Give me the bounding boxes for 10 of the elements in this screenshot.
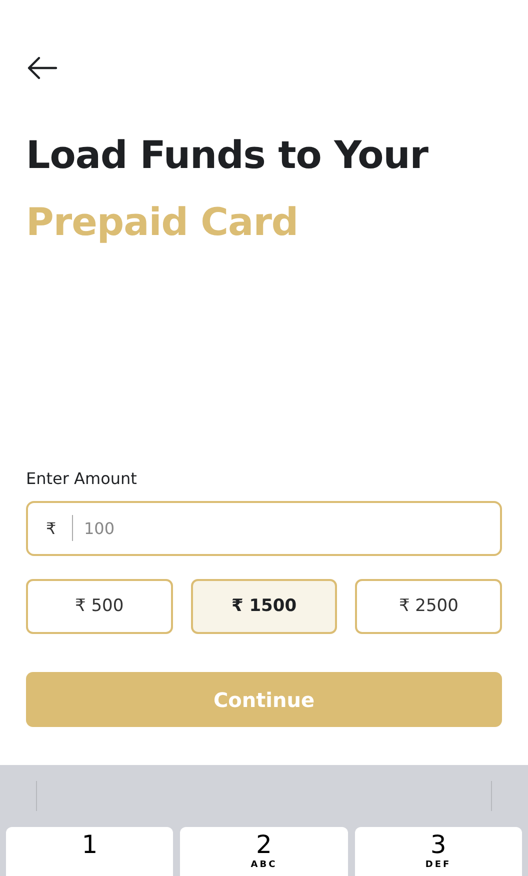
- amount-option[interactable]: ₹ 2500: [355, 579, 502, 634]
- page-title: Load Funds to Your: [26, 132, 430, 179]
- keypad-key[interactable]: 2 ABC: [180, 827, 348, 876]
- currency-symbol: ₹: [46, 518, 56, 540]
- amount-option[interactable]: ₹ 1500: [190, 579, 338, 634]
- keypad-key[interactable]: 1: [6, 827, 174, 876]
- amount-option[interactable]: ₹ 500: [26, 579, 173, 634]
- page-subtitle: Prepaid Card: [26, 199, 300, 246]
- amount-label: Enter Amount: [26, 468, 138, 490]
- keypad-key[interactable]: 3 DEF: [354, 827, 522, 876]
